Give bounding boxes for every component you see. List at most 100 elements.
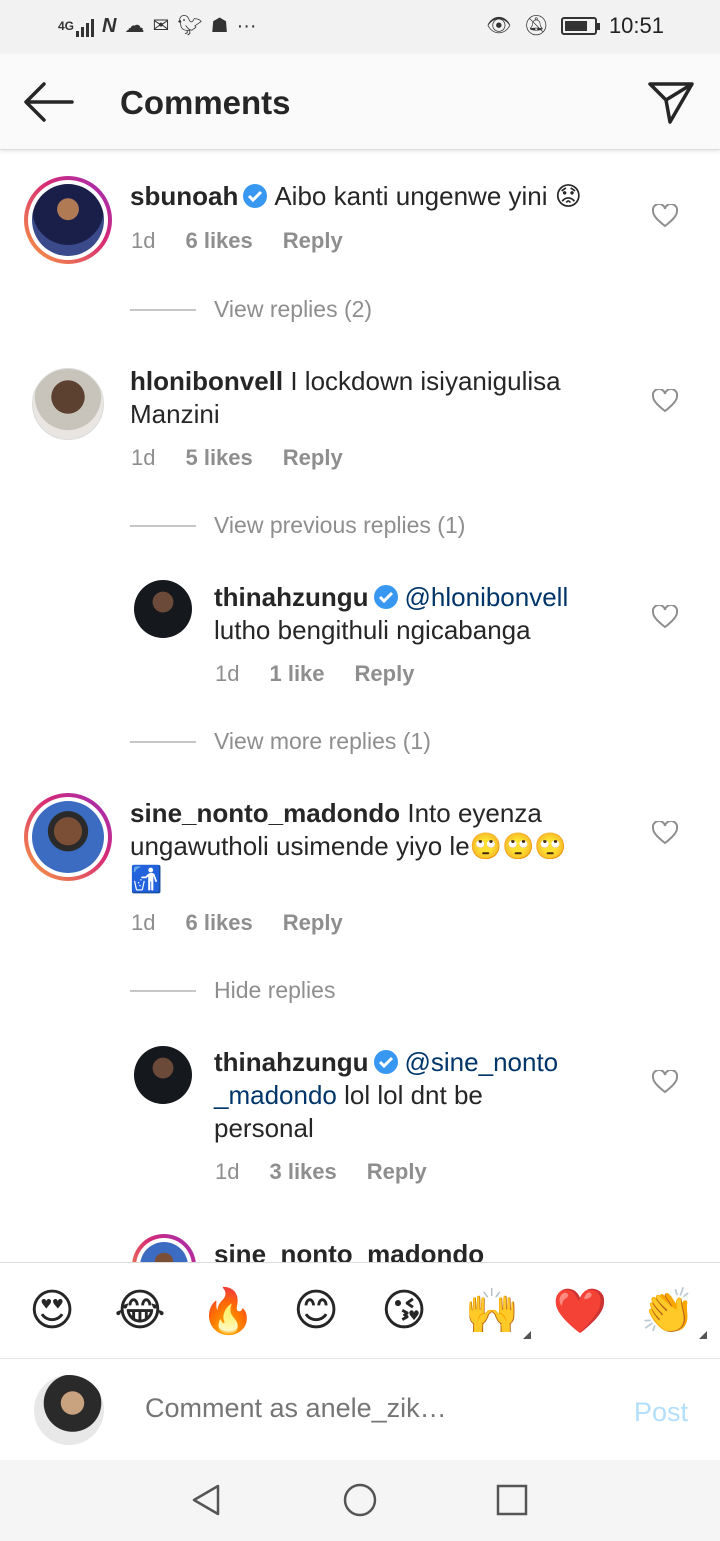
reply-username[interactable]: thinahzungu	[214, 1047, 369, 1077]
signal-icon	[76, 15, 95, 37]
comment-text: Aibo kanti ungenwe yini 😟	[274, 181, 582, 211]
reply-meta: 1d 1 like Reply	[215, 661, 414, 687]
page-title: Comments	[120, 84, 291, 121]
likes-count[interactable]: 6 likes	[185, 228, 252, 254]
network-type: 4G	[58, 19, 75, 33]
comment-username[interactable]: sbunoah	[130, 181, 238, 211]
hide-replies-button[interactable]: Hide replies	[130, 977, 335, 1004]
likes-count[interactable]: 1 like	[269, 661, 324, 687]
mention-link-cont[interactable]: _madondo	[214, 1080, 337, 1110]
avatar[interactable]	[134, 1046, 192, 1104]
mention-link[interactable]: @hlonibonvell	[405, 582, 569, 612]
verified-badge-icon	[373, 585, 398, 609]
comment-time: 1d	[131, 228, 156, 253]
emoji-raised-hands-glyph: 🙌	[464, 1286, 520, 1336]
reply-time: 1d	[215, 661, 240, 686]
status-bar: 4G N ☁ ✉ 🐦︎ ☗ ··· 👁︎ 🔕︎ 10:51	[0, 0, 720, 54]
likes-count[interactable]: 6 likes	[185, 910, 252, 936]
verified-badge-icon	[243, 184, 268, 208]
likes-count[interactable]: 3 likes	[269, 1159, 336, 1185]
bell-off-icon: 🔕︎	[523, 15, 549, 37]
comment-time: 1d	[131, 445, 156, 470]
direct-message-icon[interactable]	[646, 78, 696, 126]
cloud-icon: ☁	[124, 15, 145, 37]
comment-username[interactable]: sine_nonto_madondo	[130, 798, 400, 828]
emoji-quick-bar: 😍 😂 🔥 😊 😘 🙌 ❤️ 👏	[0, 1262, 720, 1358]
view-replies-button[interactable]: View replies (2)	[130, 296, 372, 323]
view-replies-label: View replies (2)	[214, 296, 373, 322]
emoji-fire[interactable]: 🔥	[193, 1285, 263, 1337]
app-icon: ☗	[210, 15, 229, 37]
emoji-heart-eyes[interactable]: 😍	[17, 1285, 87, 1336]
comments-header: Comments	[0, 54, 720, 150]
comment-text-cont: Manzini	[130, 399, 220, 429]
avatar[interactable]	[134, 580, 192, 638]
emoji-clapping[interactable]: 👏	[633, 1285, 707, 1339]
reply-button[interactable]: Reply	[283, 445, 343, 471]
status-left: 4G N ☁ ✉ 🐦︎ ☗ ···	[58, 12, 257, 40]
emoji-laughing[interactable]: 😂	[105, 1285, 175, 1336]
reply-text: lol lol dnt be	[336, 1080, 483, 1110]
avatar[interactable]	[132, 1234, 196, 1262]
clock: 10:51	[608, 13, 664, 38]
divider	[130, 524, 196, 527]
emoji-raised-hands[interactable]: 🙌	[457, 1285, 531, 1339]
emoji-kiss[interactable]: 😘	[369, 1285, 439, 1336]
eye-icon: 👁︎	[486, 15, 512, 37]
reply-button[interactable]: Reply	[367, 1159, 427, 1185]
view-more-replies-button[interactable]: View more replies (1)	[130, 728, 431, 755]
comment-text-emoji: 🚮	[130, 864, 163, 894]
status-right: 👁︎ 🔕︎ 10:51	[486, 12, 664, 40]
comment-username[interactable]: hlonibonvell	[130, 366, 283, 396]
comment-text: I lockdown isiyanigulisa	[290, 366, 561, 396]
like-heart-icon[interactable]	[652, 821, 678, 845]
reply-button[interactable]: Reply	[355, 661, 415, 687]
battery-icon	[560, 17, 600, 35]
divider	[130, 308, 196, 311]
mention-link[interactable]: @sine_nonto	[405, 1047, 559, 1077]
comment-text-cont: ungawutholi usimende yiyo le🙄🙄🙄	[130, 831, 567, 861]
emoji-smile[interactable]: 😊	[281, 1285, 351, 1336]
verified-badge-icon	[373, 1050, 398, 1074]
reply-button[interactable]: Reply	[283, 228, 343, 254]
more-icon: ···	[236, 15, 257, 37]
emoji-red-heart[interactable]: ❤️	[545, 1285, 615, 1337]
reply-item-partial: sine_nonto_madondo	[0, 1230, 720, 1262]
avatar[interactable]	[24, 176, 112, 264]
like-heart-icon[interactable]	[652, 605, 678, 629]
comment-input-bar: Post	[0, 1358, 720, 1460]
current-user-avatar	[34, 1375, 104, 1445]
view-previous-label: View previous replies (1)	[214, 512, 466, 538]
like-heart-icon[interactable]	[652, 204, 678, 228]
system-nav-bar	[0, 1460, 720, 1541]
reply-username[interactable]: thinahzungu	[214, 582, 369, 612]
nav-home-icon[interactable]	[342, 1482, 378, 1518]
view-previous-replies-button[interactable]: View previous replies (1)	[130, 512, 465, 539]
netflix-icon: N	[102, 15, 117, 37]
comment-meta: 1d 6 likes Reply	[131, 910, 343, 936]
view-more-label: View more replies (1)	[214, 728, 431, 754]
comment-time: 1d	[131, 910, 156, 935]
emoji-clapping-glyph: 👏	[640, 1286, 696, 1336]
comment-meta: 1d 6 likes Reply	[131, 228, 343, 254]
reply-button[interactable]: Reply	[283, 910, 343, 936]
post-button[interactable]: Post	[634, 1397, 688, 1428]
twitter-icon: 🐦︎	[177, 15, 203, 37]
reply-time: 1d	[215, 1159, 240, 1184]
nav-back-icon[interactable]	[188, 1482, 224, 1518]
like-heart-icon[interactable]	[652, 1070, 678, 1094]
reply-text-cont: personal	[214, 1113, 314, 1143]
back-arrow-icon[interactable]	[22, 80, 74, 124]
comment-input[interactable]	[145, 1393, 585, 1424]
comment-meta: 1d 5 likes Reply	[131, 445, 343, 471]
like-heart-icon[interactable]	[652, 389, 678, 413]
divider	[130, 740, 196, 743]
avatar[interactable]	[32, 368, 104, 440]
reply-username[interactable]: sine_nonto_madondo	[214, 1239, 484, 1262]
reply-text: lutho bengithuli ngicabanga	[214, 615, 531, 645]
nav-recents-icon[interactable]	[494, 1482, 530, 1518]
avatar[interactable]	[24, 793, 112, 881]
hide-replies-label: Hide replies	[214, 977, 336, 1003]
likes-count[interactable]: 5 likes	[185, 445, 252, 471]
skin-tone-indicator-icon	[523, 1330, 531, 1339]
